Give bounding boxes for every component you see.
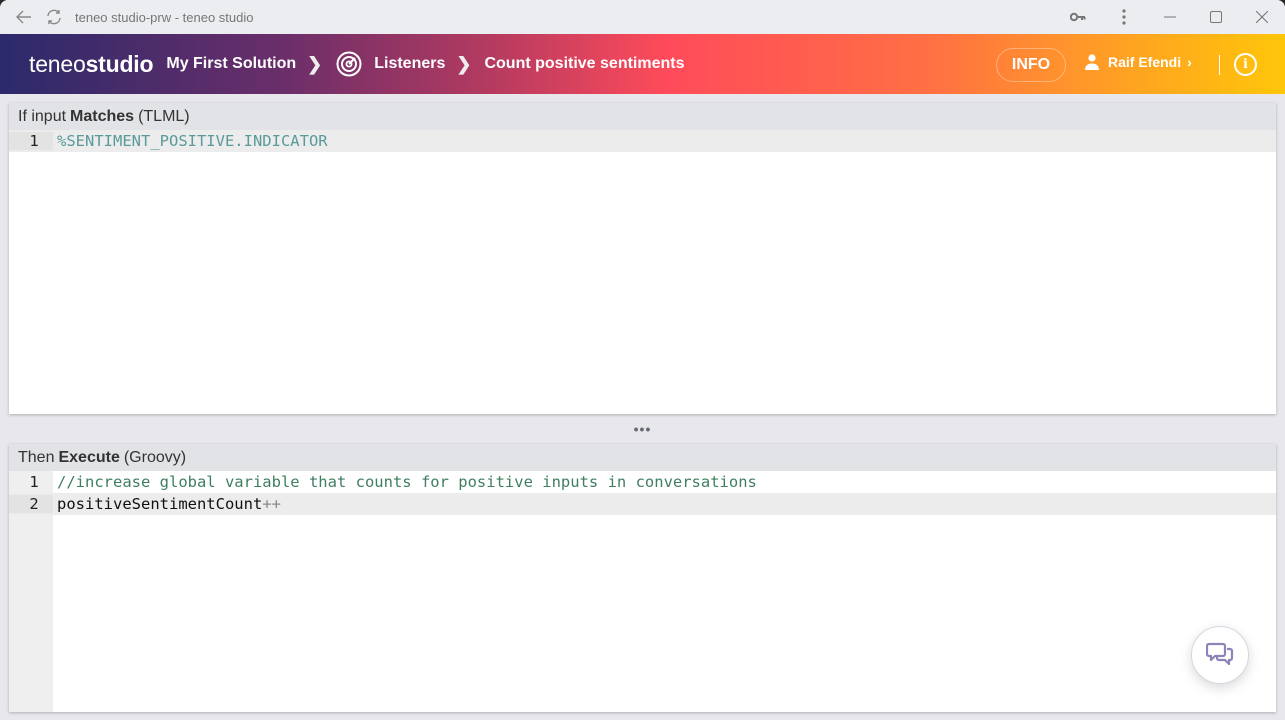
line-number: 1: [9, 132, 53, 150]
condition-panel: If input Matches (TLML) 1 %SENTIMENT_POS…: [9, 103, 1276, 414]
more-vert-icon: [1122, 9, 1126, 25]
chevron-right-icon: ›: [1187, 54, 1192, 70]
key-icon: [1070, 12, 1086, 22]
chevron-right-icon: ❯: [307, 53, 323, 74]
title-bar: teneo studio-prw - teneo studio: [0, 0, 1285, 34]
menu-button[interactable]: [1101, 0, 1147, 34]
breadcrumb-listeners[interactable]: Listeners: [374, 55, 445, 73]
teneo-studio-logo[interactable]: teneostudio: [29, 51, 154, 78]
password-button[interactable]: [1055, 0, 1101, 34]
close-button[interactable]: [1239, 0, 1285, 34]
execute-panel-header: Then Execute (Groovy): [9, 444, 1276, 471]
reload-icon: [47, 9, 61, 25]
info-button[interactable]: INFO: [996, 48, 1066, 82]
code-line: 2 positiveSentimentCount++: [9, 493, 1276, 515]
radar-icon: [336, 51, 362, 77]
breadcrumb-current-listener[interactable]: Count positive sentiments: [484, 55, 684, 73]
maximize-icon: [1210, 11, 1222, 23]
code-text: positiveSentimentCount++: [57, 495, 281, 513]
reload-button[interactable]: [39, 0, 69, 34]
maximize-button[interactable]: [1193, 0, 1239, 34]
chevron-right-icon: ❯: [456, 53, 472, 74]
close-icon: [1256, 11, 1268, 23]
user-icon: [1085, 54, 1099, 70]
breadcrumb-solution[interactable]: My First Solution: [166, 55, 296, 73]
minimize-button[interactable]: [1147, 0, 1193, 34]
header-divider: [1219, 55, 1220, 75]
user-name: Raif Efendi: [1108, 54, 1182, 70]
minimize-icon: [1164, 16, 1176, 18]
user-menu[interactable]: Raif Efendi ›: [1085, 54, 1192, 70]
window-title: teneo studio-prw - teneo studio: [75, 9, 254, 25]
code-line: 1 %SENTIMENT_POSITIVE.INDICATOR: [9, 130, 1276, 152]
code-text: %SENTIMENT_POSITIVE.INDICATOR: [57, 132, 328, 150]
tlml-editor[interactable]: 1 %SENTIMENT_POSITIVE.INDICATOR: [9, 130, 1276, 414]
back-arrow-icon: [16, 10, 31, 24]
code-comment: //increase global variable that counts f…: [57, 473, 757, 491]
execute-panel: Then Execute (Groovy) 1 //increase globa…: [9, 444, 1276, 712]
chat-bubbles-icon: [1206, 642, 1234, 666]
back-button[interactable]: [9, 0, 39, 34]
condition-panel-header: If input Matches (TLML): [9, 103, 1276, 130]
code-line: 1 //increase global variable that counts…: [9, 471, 1276, 493]
line-number: 1: [29, 473, 39, 491]
app-window: teneo studio-prw - teneo studio teneostu…: [0, 0, 1285, 720]
panel-resize-handle[interactable]: •••: [9, 416, 1276, 442]
app-header: teneostudio My First Solution ❯ Listener…: [0, 34, 1285, 94]
chat-button[interactable]: [1191, 626, 1249, 684]
info-circle-icon[interactable]: i: [1234, 53, 1257, 76]
groovy-editor[interactable]: 1 //increase global variable that counts…: [9, 471, 1276, 712]
line-number: 2: [9, 495, 53, 513]
